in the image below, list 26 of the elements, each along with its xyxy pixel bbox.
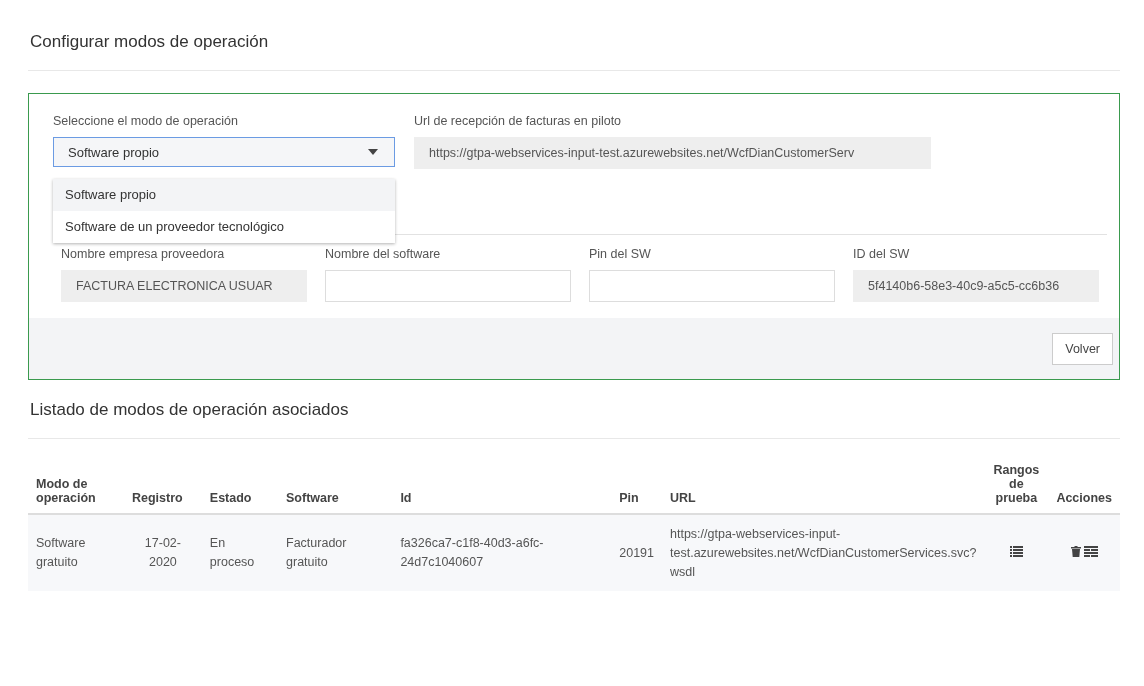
mode-select[interactable]: Software propio xyxy=(53,137,395,167)
input-field[interactable] xyxy=(589,270,835,302)
table-cell: En proceso xyxy=(201,514,279,592)
field-label: Url de recepción de facturas en piloto xyxy=(414,114,623,128)
field-label: Seleccione el modo de operación xyxy=(53,114,239,128)
field-label: Nombre empresa proveedora xyxy=(61,247,226,261)
input-field[interactable] xyxy=(325,270,571,302)
page-title: Configurar modos de operación xyxy=(30,32,270,52)
back-button[interactable]: Volver xyxy=(1052,332,1113,365)
dropdown-option[interactable]: Software propio xyxy=(53,179,395,211)
trash-icon[interactable] xyxy=(1070,545,1081,557)
field-label: Pin del SW xyxy=(589,247,652,261)
table-cell: fa326ca7-c1f8-40d3-a6fc-24d7c1040607 xyxy=(392,514,612,592)
url-field[interactable]: https://gtpa-webservices-input-test.azurewebsites.net/WcfDianCustomerServ xyxy=(414,137,931,169)
table-cell: Facturador gratuito xyxy=(278,514,393,592)
field-label: Nombre del software xyxy=(325,247,442,261)
table-cell: Software gratuito xyxy=(28,514,124,592)
table-cell: https://gtpa-webservices-input-test.azurewebsites.net/WcfDianCustomerServices.svc?wsdl xyxy=(662,514,985,592)
table-cell: 20191 xyxy=(611,514,662,592)
details-icon[interactable] xyxy=(1083,545,1098,557)
field-label: ID del SW xyxy=(853,247,911,261)
table-cell: 17-02-2020 xyxy=(124,514,202,592)
dropdown-option[interactable]: Software de un proveedor tecnológico xyxy=(53,211,395,243)
caret-icon xyxy=(368,149,378,155)
list-icon[interactable] xyxy=(1009,545,1023,557)
section-title: Listado de modos de operación asociados xyxy=(30,400,350,420)
